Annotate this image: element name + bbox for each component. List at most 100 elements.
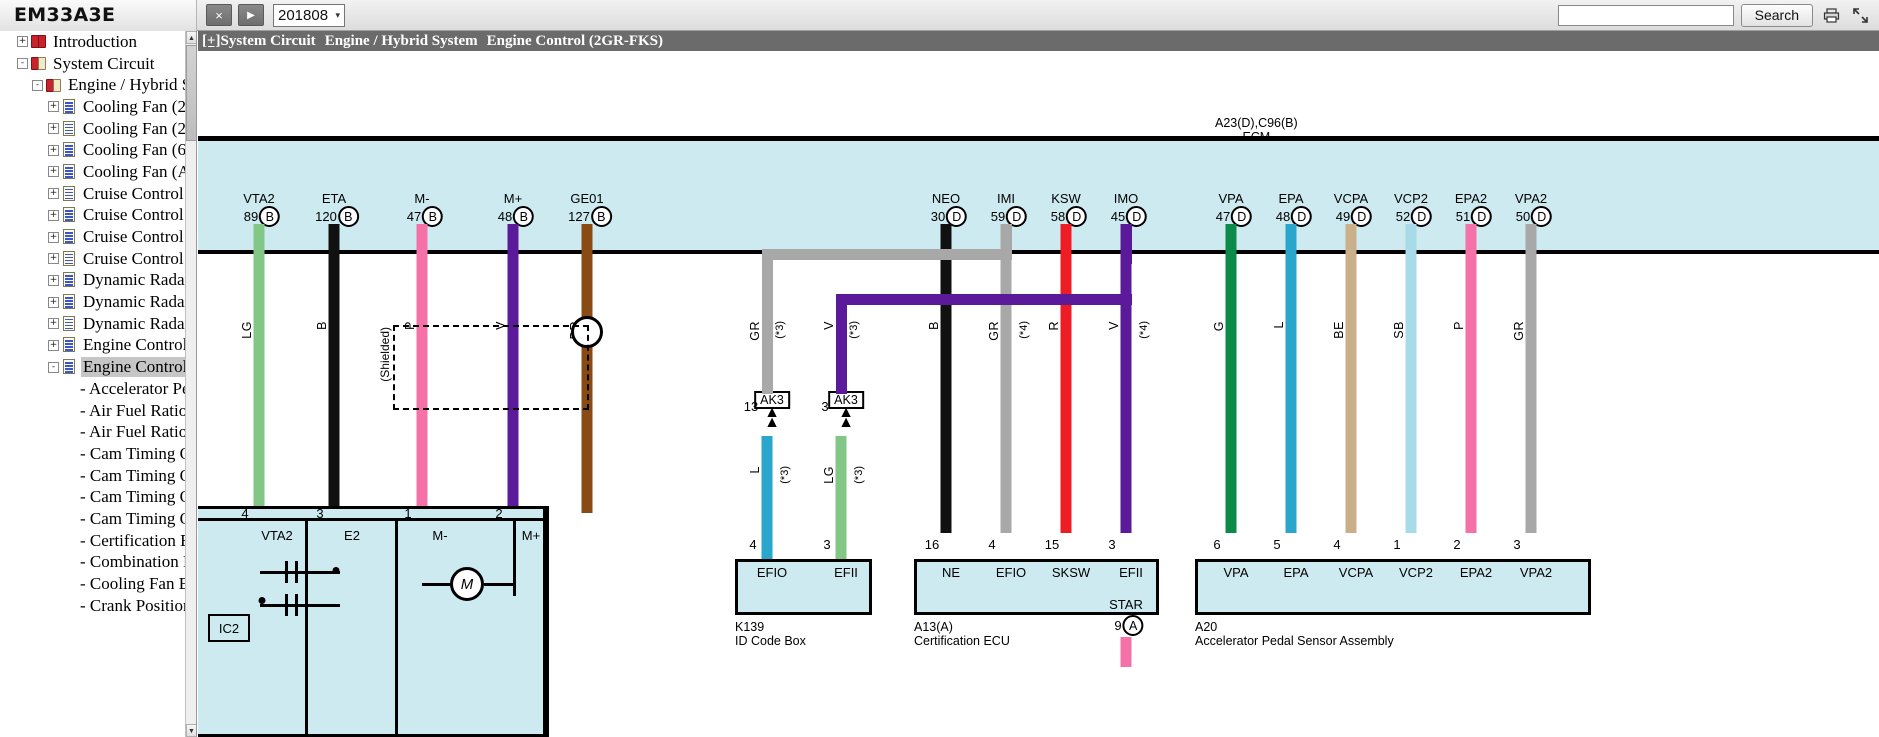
- chevron-down-icon: ▾: [335, 9, 340, 20]
- tree-item-label: - Cam Timing Oil: [80, 508, 186, 528]
- tree-item-1[interactable]: - System Circuit: [0, 53, 186, 75]
- breadcrumb-item-2[interactable]: Engine Control (2GR-FKS): [487, 33, 663, 49]
- document-icon: [62, 120, 77, 137]
- document-icon: [62, 185, 77, 202]
- tree-item-label: - Cam Timing Oil: [80, 443, 186, 463]
- tree-item-label: Cooling Fan (2: [83, 118, 186, 138]
- pin-number: 45: [1110, 209, 1126, 224]
- conn-pin-label-A13(A)-EFII: EFII: [1119, 565, 1143, 580]
- tree-item-20[interactable]: - Cam Timing Oil: [0, 465, 186, 487]
- expand-icon[interactable]: +: [17, 36, 28, 48]
- expand-icon[interactable]: +: [48, 144, 59, 156]
- expand-icon[interactable]: +: [48, 339, 59, 351]
- expand-icon[interactable]: +: [48, 101, 59, 113]
- breadcrumb-item-1[interactable]: Engine / Hybrid System: [325, 33, 478, 49]
- close-button[interactable]: ×: [206, 4, 232, 26]
- tree-item-24[interactable]: - Combination M: [0, 552, 186, 574]
- expand-icon[interactable]: +: [48, 318, 59, 330]
- wire-color-label-VCPA: BE: [1332, 321, 1346, 339]
- capacitor-lead-1: [260, 604, 340, 607]
- document-icon: [62, 207, 77, 223]
- wire-color-label-VTA2: LG: [240, 321, 254, 339]
- expand-icon[interactable]: +: [48, 166, 59, 178]
- splice-arrow-icon: ▲ ▲: [764, 404, 780, 431]
- tree-item-4[interactable]: + Cooling Fan (2: [0, 118, 186, 140]
- tree-item-16[interactable]: - Accelerator Peda: [0, 378, 186, 400]
- wire-ETA: [328, 224, 340, 513]
- tree-item-5[interactable]: + Cooling Fan (6: [0, 139, 186, 161]
- tree-item-9[interactable]: + Cruise Control: [0, 226, 186, 248]
- expand-icon[interactable]: [1849, 4, 1871, 26]
- tree-item-15[interactable]: - Engine Control: [0, 356, 186, 378]
- scrollbar-thumb[interactable]: [186, 45, 196, 141]
- conn-pin-number-K139-EFII: 3: [823, 537, 831, 552]
- tree-item-7[interactable]: + Cruise Control: [0, 183, 186, 205]
- collapse-icon[interactable]: -: [32, 79, 43, 91]
- breadcrumb-expand-toggle[interactable]: [+]: [202, 33, 221, 50]
- sidebar-scrollbar[interactable]: ▲ ▼: [185, 31, 196, 737]
- wire-EPA: [1285, 224, 1297, 533]
- tree-item-2[interactable]: - Engine / Hybrid S: [0, 74, 186, 96]
- wire-NEO: [940, 224, 952, 533]
- wire-VPA2: [1525, 224, 1537, 533]
- expand-icon[interactable]: +: [48, 188, 59, 200]
- tree-item-0[interactable]: + Introduction: [0, 31, 186, 53]
- tree-item-17[interactable]: - Air Fuel Ratio S: [0, 400, 186, 422]
- conn-pin-label-A13(A)-EFIO: EFIO: [995, 565, 1027, 580]
- wiring-diagram-canvas[interactable]: A23(D),C96(B) ECM VTA2 89 B LG ETA 120 B B M- 47 B P M…: [198, 51, 1879, 737]
- pin-number: 9: [1114, 618, 1122, 633]
- tree-item-6[interactable]: + Cooling Fan (A: [0, 161, 186, 183]
- expand-icon[interactable]: +: [48, 209, 59, 221]
- expand-icon[interactable]: +: [48, 253, 59, 265]
- search-input[interactable]: [1557, 4, 1734, 26]
- printer-icon[interactable]: [1820, 4, 1842, 26]
- pin-number: 49: [1335, 209, 1351, 224]
- ic-box: IC2: [208, 614, 250, 642]
- tree-item-14[interactable]: + Engine Control: [0, 335, 186, 357]
- tree-item-8[interactable]: + Cruise Control: [0, 205, 186, 227]
- tree-item-13[interactable]: + Dynamic Radar: [0, 313, 186, 335]
- tree-item-label: - Certification EC: [80, 530, 186, 550]
- left-conn-pin-label-M+: M+: [521, 528, 541, 543]
- breadcrumb-item-0[interactable]: System Circuit: [221, 33, 316, 49]
- connector-title-A13(A): A13(A) Certification ECU: [914, 620, 1010, 648]
- tree-item-10[interactable]: + Cruise Control: [0, 248, 186, 270]
- tree-item-23[interactable]: - Certification EC: [0, 530, 186, 552]
- scroll-down-button[interactable]: ▼: [186, 724, 196, 737]
- conn-pin-label-A20-VCPA: VCPA: [1338, 565, 1374, 580]
- expand-icon[interactable]: +: [48, 296, 59, 308]
- connector-name: Accelerator Pedal Sensor Assembly: [1195, 634, 1394, 648]
- forward-button[interactable]: ▶: [238, 4, 264, 26]
- tree-item-label: Engine Control: [83, 335, 186, 355]
- routed-wire-purple-v1: [1121, 224, 1132, 264]
- wire-color-label-EPA2: P: [1452, 321, 1466, 330]
- connector-badge: B: [337, 206, 359, 227]
- search-button[interactable]: Search: [1740, 3, 1813, 27]
- expand-icon[interactable]: +: [48, 231, 59, 243]
- tree-item-label: Cruise Control: [83, 205, 184, 225]
- conn-pin-label-A20-VPA: VPA: [1223, 565, 1249, 580]
- closed-book-icon: [31, 34, 48, 49]
- breadcrumb-items: System Circuit Engine / Hybrid System Engi…: [221, 33, 672, 50]
- tree-item-12[interactable]: + Dynamic Radar: [0, 291, 186, 313]
- expand-icon[interactable]: +: [48, 123, 59, 135]
- conn-bottom-pin-A13(A): 9A: [1114, 615, 1144, 636]
- splice-pin-number-0: 13: [743, 399, 759, 414]
- terminal-label-EPA: EPA: [1278, 191, 1304, 206]
- tree-item-18[interactable]: - Air Fuel Ratio S: [0, 421, 186, 443]
- conn-pin-number-A20-VCPA: 4: [1333, 537, 1341, 552]
- splice-wire-note-1: (*3): [853, 466, 865, 484]
- tree-item-26[interactable]: - Crank Position S: [0, 595, 186, 617]
- scroll-up-button[interactable]: ▲: [186, 31, 196, 44]
- expand-icon[interactable]: +: [48, 274, 59, 286]
- tree-item-19[interactable]: - Cam Timing Oil: [0, 443, 186, 465]
- tree-item-11[interactable]: + Dynamic Radar: [0, 270, 186, 292]
- collapse-icon[interactable]: -: [48, 361, 59, 373]
- year-select[interactable]: 201808 ▾: [273, 3, 345, 27]
- tree-item-22[interactable]: - Cam Timing Oil: [0, 508, 186, 530]
- tree-item-25[interactable]: - Cooling Fan EC: [0, 573, 186, 595]
- tree-item-21[interactable]: - Cam Timing Oil: [0, 486, 186, 508]
- tree-item-3[interactable]: + Cooling Fan (2: [0, 96, 186, 118]
- tree-item-label: - Cooling Fan EC: [80, 574, 186, 594]
- collapse-icon[interactable]: -: [17, 58, 28, 70]
